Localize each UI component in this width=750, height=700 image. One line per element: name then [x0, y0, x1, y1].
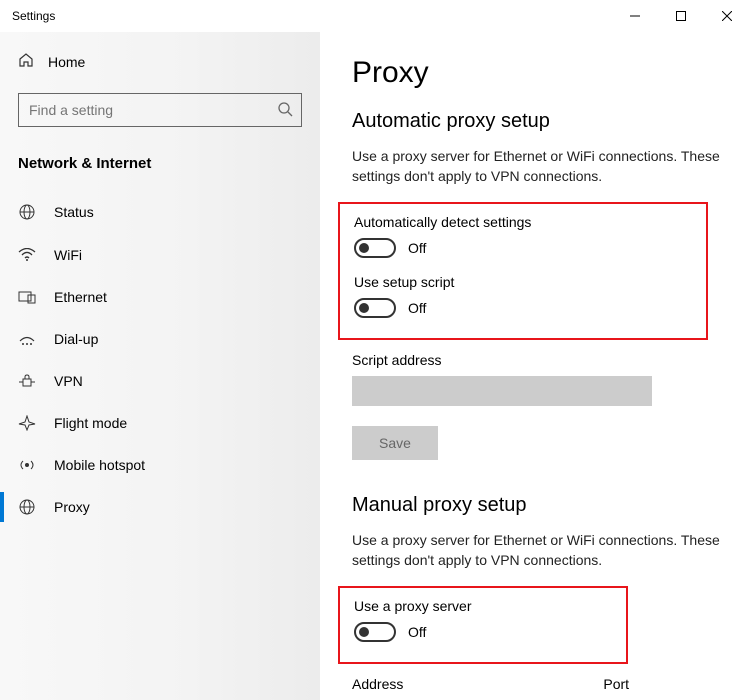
sidebar-item-label: Proxy	[54, 499, 90, 515]
sidebar-item-wifi[interactable]: WiFi	[0, 234, 320, 276]
window-title: Settings	[12, 9, 55, 23]
window-controls	[612, 0, 750, 32]
search-icon	[277, 101, 293, 120]
manual-section-description: Use a proxy server for Ethernet or WiFi …	[352, 531, 722, 570]
auto-section-description: Use a proxy server for Ethernet or WiFi …	[352, 147, 722, 186]
sidebar-section-title: Network & Internet	[0, 145, 320, 190]
sidebar: Home Network & Internet Status WiFi	[0, 32, 320, 700]
setup-script-state: Off	[408, 300, 426, 316]
sidebar-item-label: Flight mode	[54, 415, 127, 431]
close-button[interactable]	[704, 0, 750, 32]
script-address-label: Script address	[352, 352, 728, 368]
maximize-button[interactable]	[658, 0, 704, 32]
proxy-icon	[18, 499, 36, 515]
auto-detect-toggle[interactable]	[354, 238, 396, 258]
search-box[interactable]	[18, 93, 302, 127]
auto-section-heading: Automatic proxy setup	[352, 110, 728, 133]
use-proxy-state: Off	[408, 624, 426, 640]
use-proxy-toggle[interactable]	[354, 622, 396, 642]
titlebar: Settings	[0, 0, 750, 32]
script-address-input[interactable]	[352, 376, 652, 406]
manual-highlight-box: Use a proxy server Off	[338, 586, 628, 664]
sidebar-item-label: Ethernet	[54, 289, 107, 305]
sidebar-item-label: VPN	[54, 373, 83, 389]
auto-detect-label: Automatically detect settings	[354, 214, 692, 230]
page-title: Proxy	[352, 56, 728, 90]
address-label: Address	[352, 676, 403, 692]
home-icon	[18, 52, 34, 71]
flight-icon	[18, 415, 36, 431]
setup-script-label: Use setup script	[354, 274, 692, 290]
use-proxy-label: Use a proxy server	[354, 598, 612, 614]
sidebar-item-proxy[interactable]: Proxy	[0, 486, 320, 528]
sidebar-item-mobile-hotspot[interactable]: Mobile hotspot	[0, 444, 320, 486]
sidebar-item-status[interactable]: Status	[0, 190, 320, 234]
sidebar-item-vpn[interactable]: VPN	[0, 360, 320, 402]
sidebar-item-dialup[interactable]: Dial-up	[0, 318, 320, 360]
port-label: Port	[603, 676, 629, 692]
sidebar-item-label: Status	[54, 204, 94, 220]
ethernet-icon	[18, 290, 36, 304]
sidebar-item-label: Mobile hotspot	[54, 457, 145, 473]
search-input[interactable]	[29, 102, 277, 118]
dialup-icon	[18, 332, 36, 346]
vpn-icon	[18, 374, 36, 388]
sidebar-item-label: WiFi	[54, 247, 82, 263]
status-icon	[18, 203, 36, 221]
home-label: Home	[48, 54, 85, 70]
content-area: Proxy Automatic proxy setup Use a proxy …	[320, 32, 750, 700]
manual-section-heading: Manual proxy setup	[352, 494, 728, 517]
auto-detect-state: Off	[408, 240, 426, 256]
sidebar-item-ethernet[interactable]: Ethernet	[0, 276, 320, 318]
auto-highlight-box: Automatically detect settings Off Use se…	[338, 202, 708, 340]
setup-script-toggle[interactable]	[354, 298, 396, 318]
hotspot-icon	[18, 457, 36, 473]
sidebar-item-flight-mode[interactable]: Flight mode	[0, 402, 320, 444]
minimize-button[interactable]	[612, 0, 658, 32]
sidebar-item-label: Dial-up	[54, 331, 98, 347]
save-button[interactable]: Save	[352, 426, 438, 460]
home-nav[interactable]: Home	[0, 42, 320, 81]
wifi-icon	[18, 248, 36, 262]
